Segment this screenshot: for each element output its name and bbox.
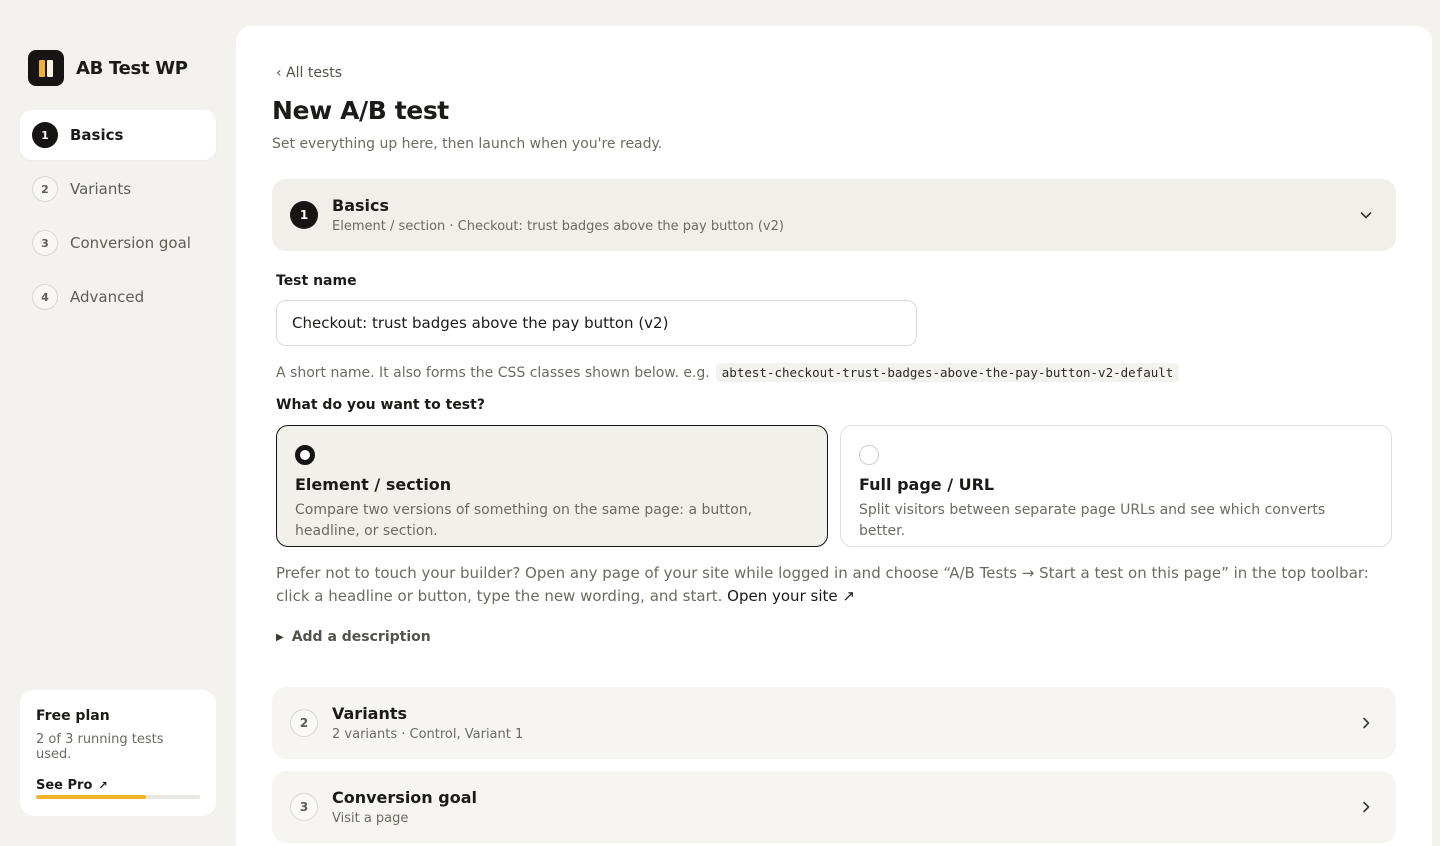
sidebar: AB Test WP 1 Basics 2 Variants 3 Convers… — [0, 0, 236, 846]
add-description-toggle[interactable]: ▶ Add a description — [276, 629, 431, 645]
all-tests-link[interactable]: ‹ All tests — [276, 65, 342, 81]
main-panel: ‹ All tests New A/B test Set everything … — [236, 26, 1432, 846]
brand-logo-icon — [28, 50, 64, 86]
option-element-section[interactable]: Element / section Compare two versions o… — [276, 425, 828, 547]
option-title: Element / section — [295, 475, 452, 494]
radio-selected[interactable] — [295, 445, 315, 465]
sidebar-item-variants[interactable]: 2 Variants — [20, 164, 216, 214]
section-summary: Visit a page — [332, 811, 409, 826]
option-title: Full page / URL — [859, 475, 995, 494]
section-conversion-goal-header[interactable]: 3 Conversion goal Visit a page — [272, 771, 1396, 843]
page-title: New A/B test — [272, 96, 449, 125]
section-summary: 2 variants · Control, Variant 1 — [332, 727, 524, 742]
step-number: 3 — [32, 230, 58, 256]
page-subtitle: Set everything up here, then launch when… — [272, 136, 663, 152]
section-number: 2 — [290, 709, 318, 737]
test-name-label: Test name — [276, 273, 357, 289]
option-full-page-url[interactable]: Full page / URL Split visitors between s… — [840, 425, 1392, 547]
option-description: Split visitors between separate page URL… — [859, 502, 1326, 539]
usage-progress-bar — [36, 795, 200, 799]
test-name-helper: A short name. It also forms the CSS clas… — [276, 363, 1180, 382]
section-title: Conversion goal — [332, 788, 477, 807]
brand[interactable]: AB Test WP — [28, 50, 188, 86]
test-name-input[interactable] — [276, 300, 917, 346]
helper-text: A short name. It also forms the CSS clas… — [276, 364, 710, 381]
step-number: 2 — [32, 176, 58, 202]
sidebar-item-basics[interactable]: 1 Basics — [20, 110, 216, 160]
step-number: 1 — [32, 122, 58, 148]
test-type-question: What do you want to test? — [276, 397, 485, 413]
chevron-right-icon — [1363, 717, 1370, 729]
chevron-down-icon — [1360, 212, 1372, 219]
external-arrow-icon: ↗ — [98, 779, 108, 792]
sidebar-item-conversion-goal[interactable]: 3 Conversion goal — [20, 218, 216, 268]
builder-note: Prefer not to touch your builder? Open a… — [276, 562, 1376, 608]
plan-usage: 2 of 3 running tests used. — [36, 732, 164, 762]
chevron-right-icon — [1363, 801, 1370, 813]
plan-title: Free plan — [36, 708, 110, 724]
section-variants-header[interactable]: 2 Variants 2 variants · Control, Variant… — [272, 687, 1396, 759]
section-number: 3 — [290, 793, 318, 821]
sidebar-item-label: Basics — [70, 126, 124, 144]
triangle-right-icon: ▶ — [276, 631, 284, 643]
radio-unselected[interactable] — [859, 445, 879, 465]
usage-progress-fill — [36, 795, 146, 799]
section-summary: Element / section · Checkout: trust badg… — [332, 219, 784, 234]
sidebar-item-label: Variants — [70, 180, 132, 198]
step-nav: 1 Basics 2 Variants 3 Conversion goal 4 … — [20, 110, 216, 326]
add-description-label: Add a description — [291, 629, 431, 645]
open-your-site-link[interactable]: Open your site ↗ — [727, 587, 855, 605]
section-basics-header[interactable]: 1 Basics Element / section · Checkout: t… — [272, 179, 1396, 251]
section-title: Basics — [332, 196, 390, 215]
step-number: 4 — [32, 284, 58, 310]
css-class-example: abtest-checkout-trust-badges-above-the-p… — [715, 363, 1180, 382]
sidebar-item-label: Advanced — [70, 288, 145, 306]
section-title: Variants — [332, 704, 408, 723]
see-pro-label: See Pro — [36, 778, 93, 793]
section-number: 1 — [290, 201, 318, 229]
option-description: Compare two versions of something on the… — [295, 502, 753, 539]
plan-card: Free plan 2 of 3 running tests used. See… — [20, 690, 216, 816]
sidebar-item-advanced[interactable]: 4 Advanced — [20, 272, 216, 322]
see-pro-link[interactable]: See Pro ↗ — [36, 778, 200, 793]
sidebar-item-label: Conversion goal — [70, 234, 191, 252]
brand-name: AB Test WP — [76, 57, 188, 79]
